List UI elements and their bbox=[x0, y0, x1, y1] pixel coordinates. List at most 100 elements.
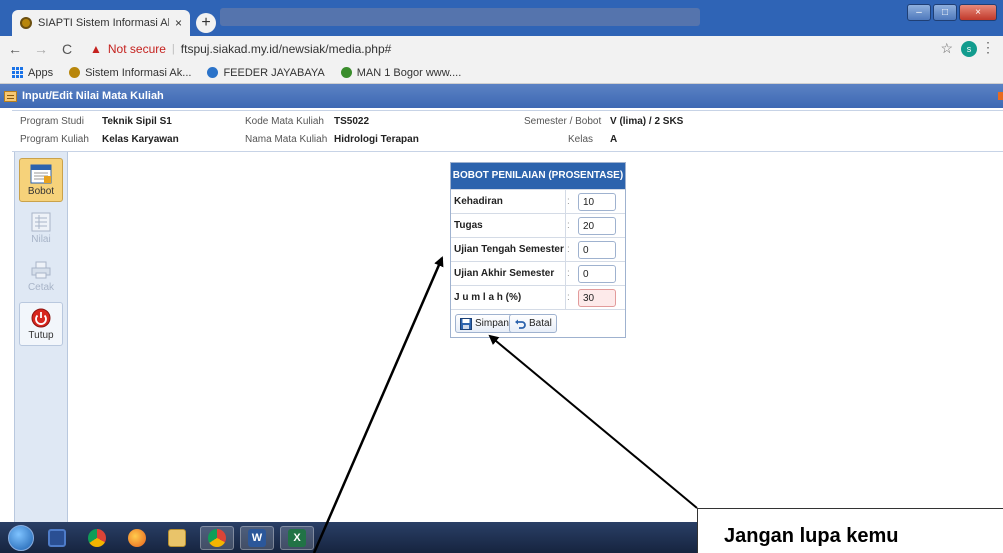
weighting-actions: Simpan Batal bbox=[451, 309, 625, 337]
sidebar-item-cetak[interactable]: Cetak bbox=[19, 254, 63, 298]
url-separator: | bbox=[171, 43, 175, 55]
apps-icon bbox=[12, 67, 23, 78]
bookmark-label: Apps bbox=[28, 66, 54, 79]
colon: : bbox=[567, 196, 570, 207]
weight-row-uas: Ujian Akhir Semester : bbox=[451, 261, 625, 285]
bookmark-star-icon[interactable]: ☆ bbox=[940, 40, 953, 57]
sidebar-item-label: Cetak bbox=[27, 281, 55, 293]
bookmarks-bar: Apps Sistem Informasi Ak... FEEDER JAYAB… bbox=[0, 62, 1003, 84]
sidebar-item-bobot[interactable]: Bobot bbox=[19, 158, 63, 202]
save-button[interactable]: Simpan bbox=[455, 314, 514, 333]
kode-mk-value: TS5022 bbox=[334, 116, 370, 127]
weight-icon bbox=[30, 164, 52, 184]
bookmark-label: FEEDER JAYABAYA bbox=[223, 66, 325, 79]
column-divider bbox=[565, 214, 566, 237]
maximize-button[interactable]: □ bbox=[933, 4, 957, 21]
forward-arrow-icon[interactable]: → bbox=[34, 41, 48, 57]
column-divider bbox=[565, 190, 566, 213]
back-arrow-icon[interactable]: ← bbox=[8, 41, 22, 57]
panel-close-icon[interactable] bbox=[998, 92, 1003, 100]
column-divider bbox=[565, 262, 566, 285]
action-sidebar: Bobot Nilai Cetak Tutup bbox=[14, 152, 68, 522]
colon: : bbox=[567, 292, 570, 303]
nama-mk-value: Hidrologi Terapan bbox=[334, 134, 419, 145]
bookmark-siakad[interactable]: Sistem Informasi Ak... bbox=[69, 67, 191, 79]
sidebar-item-tutup[interactable]: Tutup bbox=[19, 302, 63, 346]
new-tab-button[interactable]: + bbox=[196, 13, 216, 33]
tugas-input[interactable] bbox=[578, 217, 616, 235]
colon: : bbox=[567, 220, 570, 231]
floppy-icon bbox=[460, 317, 472, 330]
bookmark-label: MAN 1 Bogor www.... bbox=[356, 66, 462, 79]
browser-tab[interactable]: SIAPTI Sistem Informasi Akadem × bbox=[12, 10, 190, 36]
weight-row-uts: Ujian Tengah Semester : bbox=[451, 237, 625, 261]
not-secure-label: Not secure bbox=[107, 42, 166, 56]
address-bar[interactable]: ▲ Not secure | ftspuj.siakad.my.id/newsi… bbox=[86, 38, 995, 60]
power-icon bbox=[30, 308, 52, 328]
sidebar-item-label: Tutup bbox=[28, 329, 54, 341]
taskbar-excel-icon[interactable]: X bbox=[280, 526, 314, 550]
weight-row-kehadiran: Kehadiran : bbox=[451, 189, 625, 213]
uts-input[interactable] bbox=[578, 241, 616, 259]
reload-icon[interactable]: C bbox=[60, 41, 74, 57]
annotation-callout: Jangan lupa kemu bbox=[697, 508, 1003, 553]
program-studi-value: Teknik Sipil S1 bbox=[102, 116, 172, 127]
uas-input[interactable] bbox=[578, 265, 616, 283]
window-controls: – □ × bbox=[907, 4, 997, 21]
course-info-panel: Program Studi Teknik Sipil S1 Kode Mata … bbox=[12, 110, 1003, 152]
feeder-icon bbox=[207, 67, 219, 78]
bookmark-apps[interactable]: Apps bbox=[12, 67, 53, 79]
weight-row-tugas: Tugas : bbox=[451, 213, 625, 237]
save-label: Simpan bbox=[475, 318, 509, 329]
form-icon bbox=[4, 90, 17, 102]
undo-icon bbox=[515, 319, 526, 329]
siakad-favicon-icon bbox=[20, 17, 32, 29]
bookmark-label: Sistem Informasi Ak... bbox=[85, 66, 192, 79]
taskbar-firefox-icon[interactable] bbox=[120, 526, 154, 550]
kelas-value: A bbox=[610, 134, 618, 145]
grades-icon bbox=[30, 212, 52, 232]
callout-text: Jangan lupa kemu bbox=[724, 525, 899, 547]
start-button[interactable] bbox=[8, 525, 34, 551]
sidebar-item-label: Bobot bbox=[27, 185, 55, 197]
bookmark-feeder[interactable]: FEEDER JAYABAYA bbox=[207, 66, 325, 79]
bookmark-man[interactable]: MAN 1 Bogor www.... bbox=[340, 66, 462, 79]
nama-mk-label: Nama Mata Kuliah bbox=[245, 134, 328, 145]
url-text: ftspuj.siakad.my.id/newsiak/media.php# bbox=[180, 42, 392, 56]
cancel-button[interactable]: Batal bbox=[509, 314, 557, 333]
profile-avatar[interactable]: s bbox=[961, 41, 977, 57]
weight-row-total: J u m l a h (%) : bbox=[451, 285, 625, 309]
weight-label: Ujian Akhir Semester bbox=[454, 268, 555, 279]
siakad-icon bbox=[69, 67, 81, 78]
program-studi-label: Program Studi bbox=[20, 116, 84, 127]
taskbar-chrome-open-icon[interactable] bbox=[200, 526, 234, 550]
weight-label: Ujian Tengah Semester bbox=[454, 244, 564, 255]
taskbar-chrome-icon[interactable] bbox=[80, 526, 114, 550]
kode-mk-label: Kode Mata Kuliah bbox=[245, 116, 324, 127]
program-kuliah-value: Kelas Karyawan bbox=[102, 134, 179, 145]
kelas-label: Kelas bbox=[568, 134, 594, 145]
weight-label: Kehadiran bbox=[454, 196, 503, 207]
printer-icon bbox=[30, 260, 52, 280]
weighting-table: BOBOT PENILAIAN (PROSENTASE) Kehadiran :… bbox=[450, 162, 626, 338]
tab-title: SIAPTI Sistem Informasi Akadem bbox=[38, 17, 169, 29]
browser-toolbar: ← → C ▲ Not secure | ftspuj.siakad.my.id… bbox=[0, 36, 1003, 62]
sidebar-item-nilai[interactable]: Nilai bbox=[19, 206, 63, 250]
total-input bbox=[578, 289, 616, 307]
more-menu-icon[interactable]: ⋮ bbox=[981, 39, 995, 56]
total-label: J u m l a h (%) bbox=[454, 292, 522, 303]
warning-icon: ▲ bbox=[90, 42, 102, 56]
minimize-button[interactable]: – bbox=[907, 4, 931, 21]
program-kuliah-label: Program Kuliah bbox=[20, 134, 89, 145]
taskbar-word-icon[interactable]: W bbox=[240, 526, 274, 550]
tab-close-icon[interactable]: × bbox=[175, 16, 182, 30]
close-window-button[interactable]: × bbox=[959, 4, 997, 21]
semester-label: Semester / Bobot bbox=[524, 116, 602, 127]
taskbar-media-icon[interactable] bbox=[40, 526, 74, 550]
colon: : bbox=[567, 268, 570, 279]
column-divider bbox=[565, 238, 566, 261]
man-icon bbox=[340, 67, 352, 78]
weight-label: Tugas bbox=[454, 220, 483, 231]
kehadiran-input[interactable] bbox=[578, 193, 616, 211]
taskbar-explorer-icon[interactable] bbox=[160, 526, 194, 550]
